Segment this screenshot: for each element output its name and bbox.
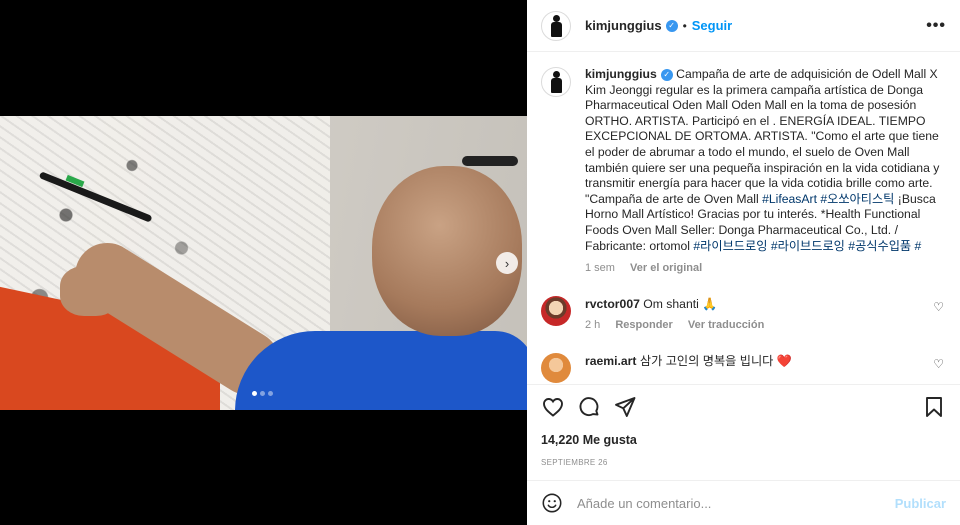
header-username[interactable]: kimjunggius — [585, 18, 662, 33]
caption-username[interactable]: kimjunggius — [585, 67, 657, 81]
comment-username[interactable]: rvctor007 — [585, 297, 640, 311]
post-media: › — [0, 0, 527, 525]
artist-shirt — [235, 331, 527, 410]
hashtag-link[interactable]: #LifeasArt — [762, 192, 817, 206]
avatar[interactable] — [541, 10, 571, 41]
comments-section[interactable]: kimjunggius ✓ Campaña de arte de adquisic… — [527, 53, 960, 383]
heart-icon[interactable] — [541, 395, 565, 419]
caption-text: kimjunggius ✓ Campaña de arte de adquisic… — [585, 67, 945, 254]
carousel-dots — [252, 391, 273, 396]
comment-like-heart-icon[interactable]: ♡ — [933, 357, 944, 371]
carousel-dot — [268, 391, 273, 396]
carousel-dot — [252, 391, 257, 396]
hashtag-link[interactable]: #공식수입품 — [848, 239, 911, 253]
comment-text: Om shanti 🙏 — [643, 297, 718, 312]
post-header: kimjunggius ✓ • Seguir ••• — [527, 0, 960, 52]
comment-item: rvctor007 Om shanti 🙏 2 h Responder Ver … — [541, 296, 946, 331]
avatar[interactable] — [541, 296, 571, 327]
share-icon[interactable] — [613, 395, 637, 419]
comment-username[interactable]: raemi.art — [585, 354, 637, 368]
comment-time[interactable]: 2 h — [585, 319, 600, 331]
caption-meta: 1 sem Ver el original — [585, 262, 945, 274]
publish-button[interactable]: Publicar — [895, 496, 946, 511]
more-options-icon[interactable]: ••• — [926, 17, 946, 35]
chevron-right-icon: › — [504, 255, 510, 271]
comment-input[interactable] — [577, 495, 895, 511]
post-photo[interactable] — [0, 116, 527, 410]
emoji-icon[interactable] — [541, 492, 563, 514]
separator-dot: • — [682, 18, 687, 33]
bookmark-icon[interactable] — [922, 395, 946, 419]
sunglasses — [462, 156, 518, 166]
add-comment-bar: Publicar — [527, 480, 960, 525]
caption-avatar[interactable] — [541, 67, 571, 97]
caption-body-1: Campaña de arte de adquisición de Odell … — [585, 67, 940, 206]
verified-badge-icon: ✓ — [660, 68, 673, 81]
post-side-panel: kimjunggius ✓ • Seguir ••• kimjunggius ✓ … — [527, 0, 960, 525]
hashtag-link[interactable]: #라이브드로잉 — [693, 239, 767, 253]
caption: kimjunggius ✓ Campaña de arte de adquisic… — [541, 67, 946, 274]
comment-icon[interactable] — [577, 395, 601, 419]
translate-button[interactable]: Ver traducción — [688, 319, 764, 331]
hashtag-link[interactable]: # — [915, 239, 922, 253]
comment-text: 삼가 고인의 명복을 빕니다 ❤️ — [639, 354, 792, 369]
follow-button[interactable]: Seguir — [692, 18, 732, 33]
carousel-next-button[interactable]: › — [496, 252, 518, 274]
artist-hand — [60, 266, 120, 316]
comment-item: raemi.art 삼가 고인의 명복을 빕니다 ❤️ ♡ — [541, 353, 946, 383]
artist-head — [372, 166, 522, 336]
verified-badge-icon: ✓ — [665, 19, 678, 32]
likes-count[interactable]: 14,220 Me gusta — [541, 433, 946, 447]
post-date[interactable]: SEPTIEMBRE 26 — [541, 458, 946, 467]
hashtag-link[interactable]: #오쏘아티스틱 — [820, 192, 894, 206]
avatar[interactable] — [541, 353, 571, 383]
see-original-link[interactable]: Ver el original — [630, 262, 702, 274]
comment-like-heart-icon[interactable]: ♡ — [933, 300, 944, 314]
carousel-dot — [260, 391, 265, 396]
reply-button[interactable]: Responder — [615, 319, 672, 331]
caption-time[interactable]: 1 sem — [585, 262, 615, 274]
hashtag-link[interactable]: #라이브드로잉 — [771, 239, 845, 253]
